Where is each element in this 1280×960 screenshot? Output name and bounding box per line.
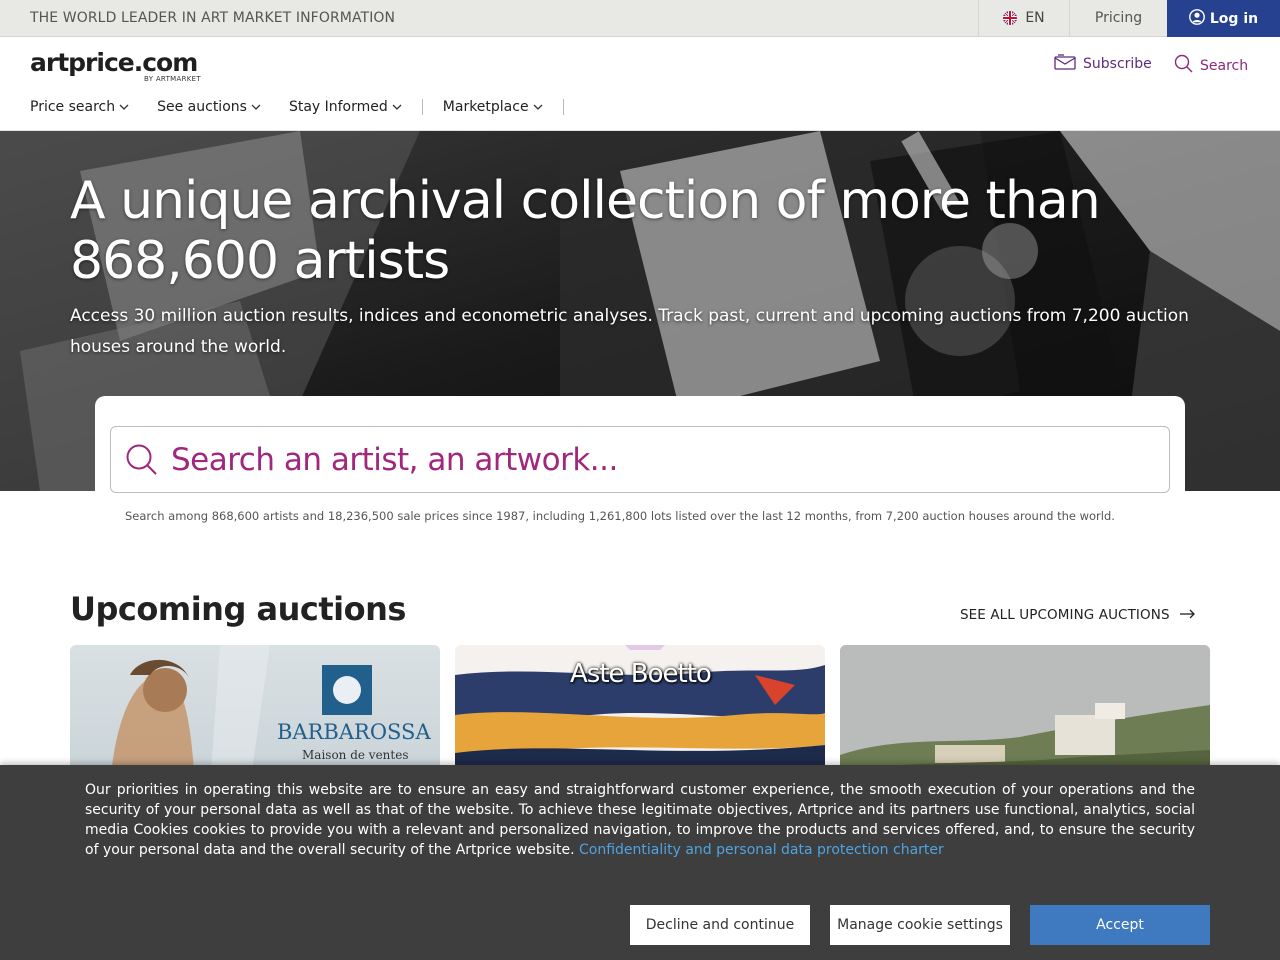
main-nav: Price search See auctions Stay Informed … bbox=[30, 99, 584, 115]
search-label: Search bbox=[1200, 57, 1249, 74]
main-search-box[interactable] bbox=[110, 426, 1170, 493]
hero-subtitle: Access 30 million auction results, indic… bbox=[70, 306, 1189, 357]
auction-house-name: BARBAROSSA bbox=[277, 720, 431, 744]
nav-stay-informed[interactable]: Stay Informed bbox=[289, 99, 402, 115]
nav-see-auctions[interactable]: See auctions bbox=[157, 99, 261, 115]
auction-card[interactable]: Aste Boetto bbox=[455, 645, 825, 785]
nav-label: Marketplace bbox=[442, 99, 529, 115]
nav-label: Price search bbox=[30, 99, 116, 115]
subscribe-link[interactable]: Subscribe bbox=[1054, 54, 1152, 74]
arrow-right-icon bbox=[1179, 607, 1196, 623]
pricing-link[interactable]: Pricing bbox=[1070, 0, 1167, 36]
decline-button[interactable]: Decline and continue bbox=[630, 905, 810, 945]
nav-price-search[interactable]: Price search bbox=[30, 99, 129, 115]
auction-house-name: Aste Boetto bbox=[570, 659, 712, 689]
auction-card-image bbox=[110, 645, 372, 785]
main-search-input[interactable] bbox=[171, 441, 1121, 478]
privacy-charter-link[interactable]: Confidentiality and personal data protec… bbox=[579, 842, 944, 858]
see-all-upcoming-link[interactable]: SEE ALL UPCOMING AUCTIONS bbox=[960, 607, 1196, 623]
search-icon bbox=[1174, 54, 1193, 77]
header-search-link[interactable]: Search bbox=[1174, 54, 1248, 77]
nav-label: Stay Informed bbox=[288, 99, 388, 115]
chevron-down-icon bbox=[119, 99, 129, 115]
artprice-logo[interactable]: artprice.com BY ARTMARKET bbox=[30, 48, 201, 84]
cookie-consent-banner: Our priorities in operating this website… bbox=[0, 765, 1280, 960]
search-hint: Search among 868,600 artists and 18,236,… bbox=[125, 509, 1115, 523]
hero-title: A unique archival collection of more tha… bbox=[70, 171, 1101, 291]
language-selector[interactable]: EN bbox=[978, 0, 1070, 36]
nav-marketplace[interactable]: Marketplace bbox=[443, 99, 543, 115]
upcoming-auctions-title: Upcoming auctions bbox=[70, 590, 406, 628]
language-label: EN bbox=[1025, 10, 1045, 26]
nav-label: See auctions bbox=[157, 99, 247, 115]
subscribe-icon bbox=[1054, 54, 1076, 74]
chevron-down-icon bbox=[392, 99, 402, 115]
search-icon bbox=[125, 443, 159, 477]
login-button[interactable]: Log in bbox=[1167, 0, 1280, 37]
subscribe-label: Subscribe bbox=[1083, 56, 1152, 72]
tagline: THE WORLD LEADER IN ART MARKET INFORMATI… bbox=[30, 10, 396, 26]
logo-subtext: BY ARTMARKET bbox=[144, 75, 201, 83]
auction-house-subtitle: Maison de ventes bbox=[302, 748, 409, 762]
nav-divider bbox=[562, 99, 564, 115]
accept-button[interactable]: Accept bbox=[1030, 905, 1210, 945]
cookie-message: Our priorities in operating this website… bbox=[85, 780, 1195, 860]
nav-divider bbox=[421, 99, 423, 115]
login-label: Log in bbox=[1209, 10, 1259, 27]
auction-card-image bbox=[840, 645, 1210, 785]
uk-flag-icon bbox=[1003, 11, 1018, 25]
auction-card[interactable]: BARBAROSSA Maison de ventes bbox=[70, 645, 440, 785]
chevron-down-icon bbox=[533, 99, 543, 115]
see-all-label: SEE ALL UPCOMING AUCTIONS bbox=[960, 607, 1170, 623]
auction-card[interactable] bbox=[840, 645, 1210, 785]
top-utility-bar: THE WORLD LEADER IN ART MARKET INFORMATI… bbox=[0, 0, 1280, 37]
chevron-down-icon bbox=[251, 99, 261, 115]
logo-text: artprice.com bbox=[30, 48, 198, 77]
manage-cookies-button[interactable]: Manage cookie settings bbox=[830, 905, 1010, 945]
user-icon bbox=[1188, 8, 1205, 29]
site-header: artprice.com BY ARTMARKET Subscribe Sear… bbox=[0, 37, 1280, 131]
